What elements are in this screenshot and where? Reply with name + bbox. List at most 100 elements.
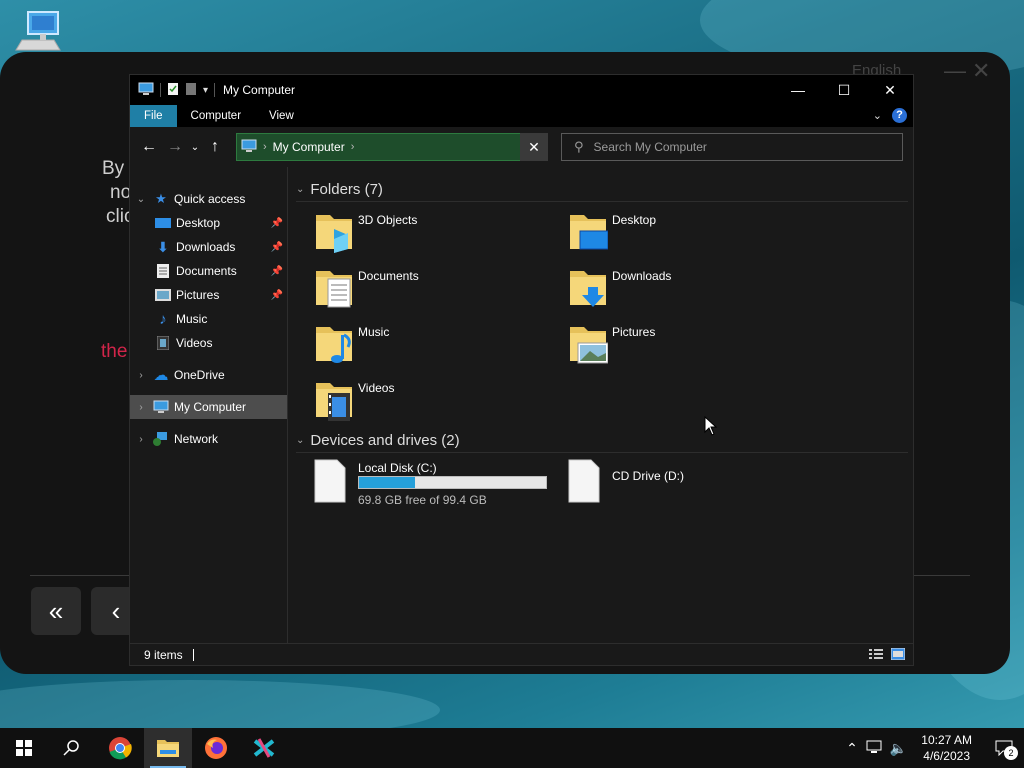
folder-downloads[interactable]: Downloads	[568, 265, 808, 315]
network-icon	[152, 431, 170, 447]
search-box[interactable]: ⚲ Search My Computer	[561, 133, 903, 161]
nav-network[interactable]: › Network	[130, 427, 287, 451]
expand-chevron-icon[interactable]: ›	[130, 370, 152, 381]
up-button[interactable]: ↑	[202, 138, 228, 156]
computer-icon	[138, 82, 154, 99]
item-count: 9 items	[144, 647, 183, 662]
nav-item-videos[interactable]: Videos	[130, 331, 287, 355]
pin-icon[interactable]: 📌	[271, 290, 283, 301]
tab-computer[interactable]: Computer	[177, 105, 256, 127]
pin-icon[interactable]: 📌	[271, 266, 283, 277]
window-title: My Computer	[223, 83, 296, 97]
chrome-icon	[109, 737, 132, 760]
music-folder-icon	[316, 327, 352, 363]
folder-label: Desktop	[612, 213, 657, 227]
drive-free-space: 69.8 GB free of 99.4 GB	[358, 493, 487, 507]
volume-icon[interactable]: 🔈	[890, 740, 907, 757]
breadcrumb-chevron-icon[interactable]: ›	[351, 141, 355, 153]
nav-label: My Computer	[174, 400, 247, 414]
clock[interactable]: 10:27 AM 4/6/2023	[921, 732, 972, 764]
firefox-taskbar-button[interactable]	[192, 728, 240, 768]
nav-my-computer[interactable]: › My Computer	[130, 395, 287, 419]
pin-icon[interactable]: 📌	[271, 242, 283, 253]
folder-documents[interactable]: Documents	[314, 265, 554, 315]
drives-group-header[interactable]: ⌄ Devices and drives (2)	[296, 432, 908, 453]
music-icon: ♪	[159, 310, 167, 328]
customize-toolbar-icon[interactable]: ▾	[203, 85, 208, 96]
notifications-button[interactable]: 2	[984, 728, 1024, 768]
3d-objects-folder-icon	[316, 215, 352, 253]
nav-item-music[interactable]: ♪ Music	[130, 307, 287, 331]
forward-button[interactable]: →	[162, 138, 188, 156]
new-folder-icon[interactable]	[185, 82, 197, 99]
nav-item-pictures[interactable]: Pictures 📌	[130, 283, 287, 307]
folder-3d-objects[interactable]: 3D Objects	[314, 209, 554, 259]
breadcrumb-chevron-icon[interactable]: ›	[263, 141, 267, 153]
dev-app-taskbar-button[interactable]	[240, 728, 288, 768]
group-title: Folders (7)	[310, 181, 383, 198]
first-page-button[interactable]: «	[31, 587, 81, 635]
search-button[interactable]	[48, 728, 96, 768]
breadcrumb-my-computer[interactable]: My Computer	[273, 140, 345, 154]
nav-quick-access[interactable]: ⌄ ★ Quick access	[130, 187, 287, 211]
nav-item-desktop[interactable]: Desktop 📌	[130, 211, 287, 235]
collapse-chevron-icon[interactable]: ⌄	[296, 435, 304, 446]
downloads-folder-icon	[570, 271, 606, 307]
nav-item-downloads[interactable]: ⬇ Downloads 📌	[130, 235, 287, 259]
folder-videos[interactable]: Videos	[314, 377, 554, 427]
cd-drive-icon	[568, 459, 600, 503]
address-bar[interactable]: › My Computer › ⌄	[236, 133, 548, 161]
chrome-taskbar-button[interactable]	[96, 728, 144, 768]
star-icon: ★	[155, 191, 167, 206]
drive-c[interactable]: Local Disk (C:) 69.8 GB free of 99.4 GB	[314, 459, 564, 509]
network-tray-icon[interactable]	[866, 740, 882, 757]
show-hidden-icons-icon[interactable]: ⌃	[846, 740, 858, 757]
bg-minimize-icon[interactable]: —	[944, 58, 966, 84]
nav-label: OneDrive	[174, 368, 225, 382]
folder-label: Downloads	[612, 269, 672, 283]
file-explorer-taskbar-button[interactable]	[144, 728, 192, 768]
expand-ribbon-icon[interactable]: ⌄	[873, 109, 882, 122]
close-button[interactable]: ✕	[867, 75, 913, 105]
expand-chevron-icon[interactable]: ›	[130, 402, 152, 413]
folder-music[interactable]: Music	[314, 321, 554, 371]
clear-address-button[interactable]: ✕	[520, 133, 548, 161]
folder-label: Documents	[358, 269, 419, 283]
navigation-bar: ← → ⌄ ↑ › My Computer › ⌄ ✕ ⚲ Search My …	[130, 127, 913, 167]
title-bar[interactable]: ▾ My Computer — ☐ ✕	[130, 75, 913, 105]
pin-icon[interactable]: 📌	[271, 218, 283, 229]
group-divider	[296, 452, 908, 453]
recent-locations-button[interactable]: ⌄	[188, 142, 202, 153]
folder-label: Pictures	[612, 325, 656, 339]
firefox-icon	[205, 737, 227, 759]
bg-close-icon[interactable]: ✕	[972, 58, 990, 84]
nav-onedrive[interactable]: › ☁ OneDrive	[130, 363, 287, 387]
cloud-icon: ☁	[153, 367, 169, 384]
back-button[interactable]: ←	[136, 138, 162, 156]
properties-icon[interactable]	[167, 82, 179, 99]
nav-label: Network	[174, 432, 219, 446]
collapse-chevron-icon[interactable]: ⌄	[296, 184, 304, 195]
system-tray: ⌃ 🔈 10:27 AM 4/6/2023 2	[842, 728, 1024, 768]
tab-view[interactable]: View	[255, 105, 308, 127]
drive-usage-fill	[359, 477, 415, 488]
notification-count-badge: 2	[1004, 746, 1018, 760]
pictures-folder-icon	[570, 327, 608, 364]
tab-file[interactable]: File	[130, 105, 177, 127]
nav-label: Desktop	[176, 216, 221, 230]
start-button[interactable]	[0, 728, 48, 768]
tiles-view-icon[interactable]	[890, 647, 906, 663]
help-icon[interactable]: ?	[892, 108, 907, 123]
folder-pictures[interactable]: Pictures	[568, 321, 808, 371]
maximize-button[interactable]: ☐	[821, 75, 867, 105]
expand-chevron-icon[interactable]: ›	[130, 434, 152, 445]
documents-icon	[154, 263, 172, 279]
folders-group-header[interactable]: ⌄ Folders (7)	[296, 181, 908, 202]
minimize-button[interactable]: —	[775, 75, 821, 105]
folder-desktop[interactable]: Desktop	[568, 209, 808, 259]
nav-item-documents[interactable]: Documents 📌	[130, 259, 287, 283]
collapse-chevron-icon[interactable]: ⌄	[130, 194, 152, 205]
this-pc-desktop-icon[interactable]	[14, 10, 64, 54]
drive-d[interactable]: CD Drive (D:)	[568, 459, 748, 509]
details-view-icon[interactable]	[869, 648, 883, 663]
